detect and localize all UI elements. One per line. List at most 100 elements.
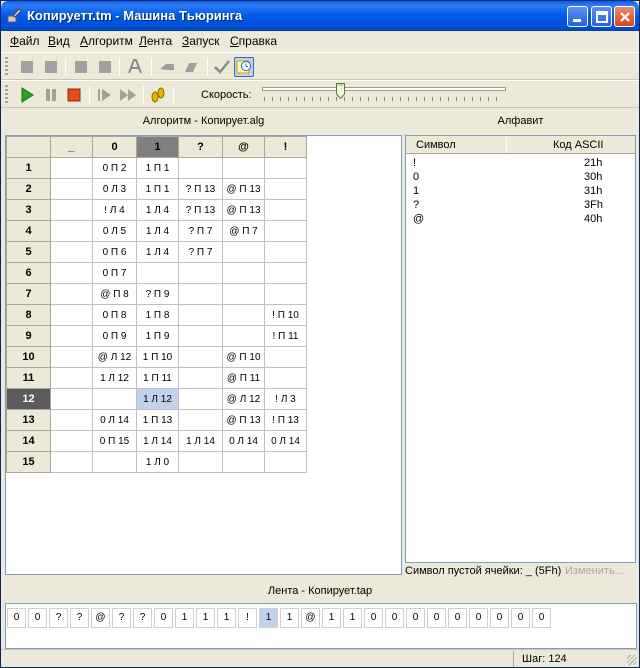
state-header[interactable]: 11 [6, 367, 51, 389]
delete-row-button[interactable] [181, 57, 201, 77]
command-cell[interactable]: 1 Л 0 [136, 451, 179, 473]
command-cell[interactable] [50, 157, 93, 179]
command-cell[interactable]: @ П 13 [222, 178, 265, 200]
state-header[interactable]: 10 [6, 346, 51, 368]
command-cell[interactable] [222, 241, 265, 263]
toolbar-grip[interactable] [5, 85, 8, 105]
tape-cell[interactable]: 0 [448, 608, 467, 628]
tape-cell[interactable]: 0 [385, 608, 404, 628]
tape-cell[interactable]: 1 [259, 608, 278, 628]
command-cell[interactable] [50, 388, 93, 410]
tape-cell[interactable]: 0 [154, 608, 173, 628]
command-cell[interactable] [178, 388, 223, 410]
command-cell[interactable] [92, 451, 137, 473]
column-header-ascii-code[interactable]: Код ASCII [553, 139, 604, 151]
command-cell[interactable]: ? П 7 [178, 241, 223, 263]
tape-cell[interactable]: ! [238, 608, 257, 628]
command-cell[interactable]: @ П 13 [222, 199, 265, 221]
column-header-symbol[interactable]: Символ [416, 139, 456, 151]
tape-cell[interactable]: ? [112, 608, 131, 628]
command-cell[interactable] [50, 241, 93, 263]
command-cell[interactable]: 0 П 9 [92, 325, 137, 347]
maximize-button[interactable] [591, 6, 612, 27]
command-cell[interactable]: @ П 8 [92, 283, 137, 305]
command-cell[interactable]: @ П 7 [222, 220, 265, 242]
tape-cell[interactable]: 0 [490, 608, 509, 628]
command-cell[interactable]: 0 Л 14 [264, 430, 307, 452]
run-button[interactable] [17, 85, 37, 105]
command-cell[interactable] [50, 262, 93, 284]
toolbar-grip[interactable] [5, 57, 8, 77]
command-cell[interactable]: 0 Л 14 [222, 430, 265, 452]
command-cell[interactable]: 1 Л 14 [136, 430, 179, 452]
tape-cell[interactable]: ? [70, 608, 89, 628]
state-header[interactable]: 4 [6, 220, 51, 242]
command-cell[interactable]: 0 Л 5 [92, 220, 137, 242]
command-cell[interactable]: 0 Л 14 [92, 409, 137, 431]
command-cell[interactable] [50, 409, 93, 431]
command-cell[interactable]: ! Л 4 [92, 199, 137, 221]
menu-file[interactable]: Файл [10, 34, 40, 48]
command-cell[interactable] [178, 262, 223, 284]
tape-cell[interactable]: 0 [7, 608, 26, 628]
state-header[interactable]: 6 [6, 262, 51, 284]
command-cell[interactable]: ! Л 3 [264, 388, 307, 410]
column-header-symbol-3[interactable]: ? [178, 136, 223, 158]
state-header[interactable]: 13 [6, 409, 51, 431]
command-cell[interactable] [50, 199, 93, 221]
command-cell[interactable] [178, 451, 223, 473]
menu-view[interactable]: Вид [48, 34, 70, 48]
close-button[interactable] [614, 6, 635, 27]
command-cell[interactable]: ? П 13 [178, 178, 223, 200]
menu-tape[interactable]: Лента [139, 34, 172, 48]
command-cell[interactable] [264, 241, 307, 263]
tape-cell[interactable]: 0 [532, 608, 551, 628]
new-button[interactable] [17, 57, 37, 77]
pause-button[interactable] [41, 85, 61, 105]
check-button[interactable] [212, 57, 232, 77]
command-cell[interactable]: 1 Л 14 [178, 430, 223, 452]
command-cell[interactable] [264, 199, 307, 221]
menu-algorithm[interactable]: Алгоритм [80, 34, 133, 48]
command-cell[interactable]: 0 П 15 [92, 430, 137, 452]
tape-panel[interactable]: 0 0?? @?? 0 1 1 1! 1 1 @1 1 0 0 0 0 0 0 0 0 0 [5, 603, 637, 649]
command-cell[interactable] [264, 283, 307, 305]
column-divider[interactable] [506, 137, 507, 153]
tape-cell[interactable]: 0 [469, 608, 488, 628]
command-cell[interactable]: 0 П 7 [92, 262, 137, 284]
column-header-symbol-2[interactable]: 1 [136, 136, 179, 158]
command-cell[interactable] [222, 157, 265, 179]
command-cell[interactable] [264, 262, 307, 284]
state-header[interactable]: 1 [6, 157, 51, 179]
command-cell[interactable] [222, 304, 265, 326]
tape-cell[interactable]: 1 [280, 608, 299, 628]
alphabet-list[interactable]: Символ Код ASCII ! 21h 0 30h 1 31h? 3Fh @40h [405, 135, 636, 563]
change-blank-symbol-button[interactable]: Изменить... [565, 565, 624, 577]
speed-slider-thumb[interactable] [336, 83, 346, 99]
command-cell[interactable]: 0 Л 3 [92, 178, 137, 200]
grid-corner-cell[interactable] [6, 136, 51, 158]
state-header[interactable]: 15 [6, 451, 51, 473]
algorithm-grid-panel[interactable]: _ 0 1? @! 10 П 21 П 120 Л 31 П 1? П 13 @ П 1… [5, 135, 402, 575]
tape-cell[interactable]: ? [49, 608, 68, 628]
command-cell[interactable]: @ П 13 [222, 409, 265, 431]
save-button[interactable] [71, 57, 91, 77]
tape-cell[interactable]: ? [133, 608, 152, 628]
command-cell[interactable] [50, 304, 93, 326]
alphabet-item[interactable]: ? 3Fh [406, 199, 635, 212]
column-header-symbol-0[interactable]: _ [50, 136, 93, 158]
command-cell[interactable]: @ Л 12 [92, 346, 137, 368]
command-cell[interactable] [264, 157, 307, 179]
tape-cell[interactable]: 0 [406, 608, 425, 628]
command-cell[interactable]: 1 Л 12 [136, 388, 179, 410]
command-cell[interactable] [178, 283, 223, 305]
command-cell[interactable] [50, 178, 93, 200]
command-cell[interactable] [222, 283, 265, 305]
fast-forward-button[interactable] [118, 85, 138, 105]
command-cell[interactable]: 0 П 2 [92, 157, 137, 179]
tape-cell[interactable]: 0 [364, 608, 383, 628]
insert-row-button[interactable] [157, 57, 177, 77]
command-cell[interactable]: 1 П 11 [136, 367, 179, 389]
state-header[interactable]: 3 [6, 199, 51, 221]
command-cell[interactable]: ? П 13 [178, 199, 223, 221]
